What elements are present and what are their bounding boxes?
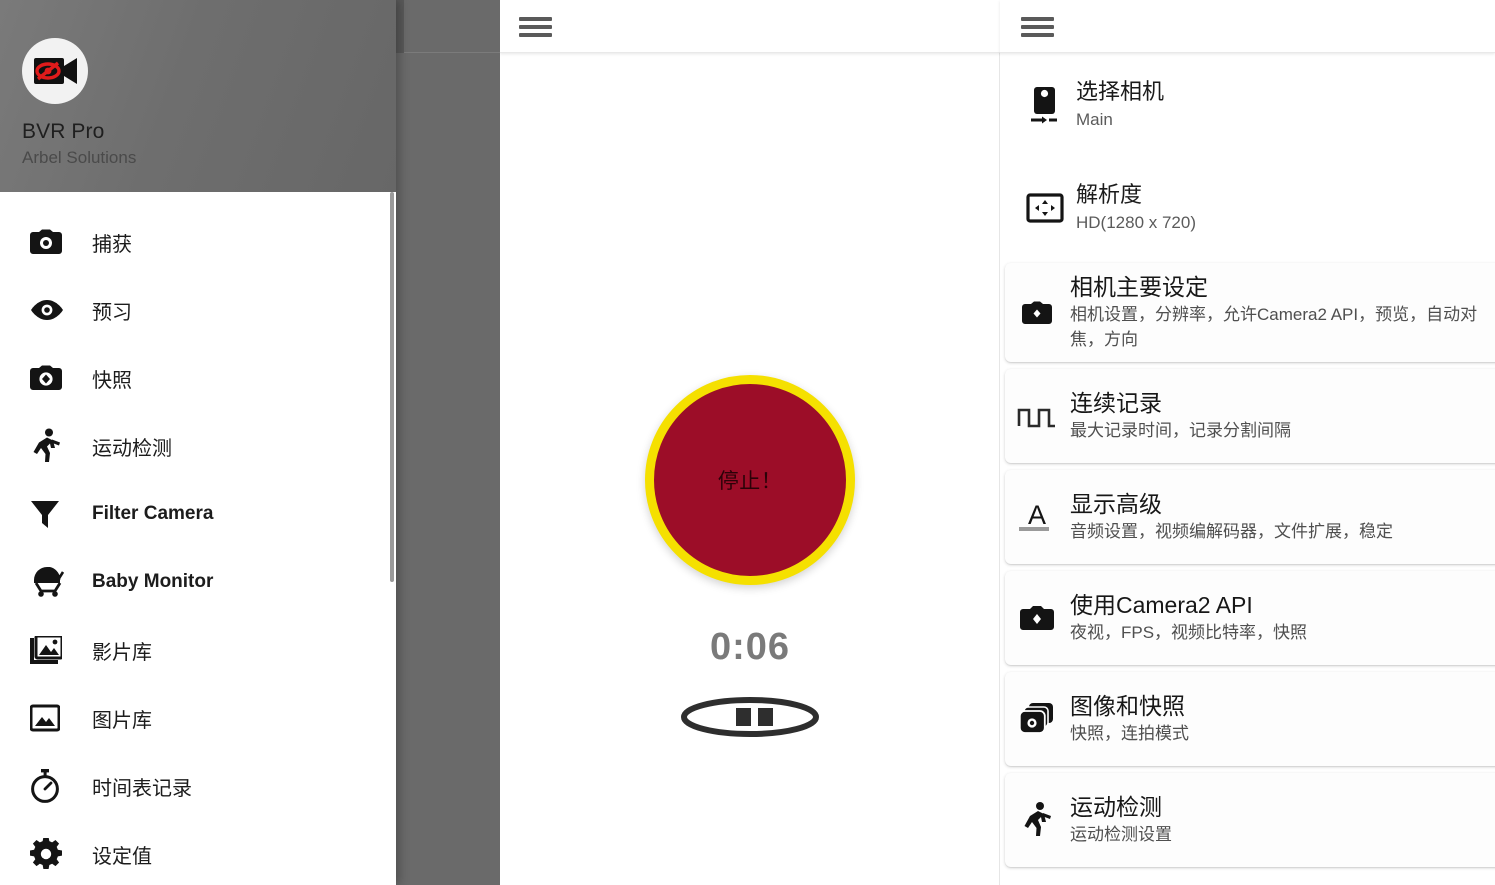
card-title: 显示高级 bbox=[1070, 490, 1162, 517]
camera-icon bbox=[30, 225, 70, 259]
avatar bbox=[22, 38, 88, 104]
sidebar-item-capture[interactable]: 捕获 bbox=[0, 208, 396, 276]
stroller-icon bbox=[30, 565, 70, 599]
recorder-area: 停止！ 0:06 bbox=[500, 53, 1000, 885]
sidebar-item-settings[interactable]: 设定值 bbox=[0, 820, 396, 885]
pause-record-button[interactable] bbox=[680, 697, 820, 737]
setting-row-select-camera[interactable]: 选择相机 Main bbox=[1000, 53, 1495, 156]
navigation-drawer: BVR Pro Arbel Solutions 捕获 预习 快照 运动检测 Fi… bbox=[0, 0, 396, 885]
settings-panel[interactable]: 选择相机 Main 解析度 HD(1280 x 720) 相机主要设定 相机设置… bbox=[1000, 53, 1495, 885]
sidebar-item-label: 影片库 bbox=[92, 641, 152, 664]
sidebar-item-label: 运动检测 bbox=[92, 437, 172, 460]
sidebar-item-label: Filter Camera bbox=[92, 503, 214, 524]
running-person-icon bbox=[30, 428, 70, 463]
sidebar-item-snapshot[interactable]: 快照 bbox=[0, 344, 396, 412]
burst-photos-icon bbox=[1010, 702, 1064, 736]
snapshot-camera-icon bbox=[30, 361, 70, 395]
right-topbar bbox=[1000, 0, 1495, 53]
resolution-arrows-icon bbox=[1018, 192, 1072, 224]
setting-value: HD(1280 x 720) bbox=[1076, 212, 1197, 232]
stop-button-label: 停止！ bbox=[717, 470, 783, 493]
card-title: 连续记录 bbox=[1070, 389, 1162, 416]
center-topbar bbox=[500, 0, 1000, 53]
svg-text:A: A bbox=[1028, 500, 1046, 530]
sidebar-item-photo-library[interactable]: 图片库 bbox=[0, 684, 396, 752]
drawer-scrim-overlay[interactable] bbox=[396, 0, 500, 885]
settings-card-display-advanced[interactable]: A 显示高级 音频设置，视频编解码器，文件扩展，稳定 bbox=[1005, 470, 1495, 565]
sidebar-item-label: 快照 bbox=[92, 369, 132, 392]
app-root: 停止！ 0:06 选择相机 Main 解析度 HD(1280 x 720) 相机… bbox=[0, 0, 1495, 885]
funnel-filter-icon bbox=[30, 497, 70, 531]
setting-row-resolution[interactable]: 解析度 HD(1280 x 720) bbox=[1000, 156, 1495, 259]
card-title: 图像和快照 bbox=[1070, 692, 1185, 719]
sidebar-item-label: 预习 bbox=[92, 301, 132, 324]
drawer-header: BVR Pro Arbel Solutions bbox=[0, 0, 396, 192]
sidebar-item-label: 时间表记录 bbox=[92, 777, 192, 800]
camera-settings-icon bbox=[1010, 301, 1064, 325]
sidebar-item-label: Baby Monitor bbox=[92, 571, 214, 592]
settings-card-camera2-api[interactable]: 使用Camera2 API 夜视，FPS，视频比特率，快照 bbox=[1005, 571, 1495, 666]
recording-timer: 0:06 bbox=[709, 626, 791, 668]
card-subtitle: 运动检测设置 bbox=[1070, 825, 1172, 845]
card-subtitle: 夜视，FPS，视频比特率，快照 bbox=[1070, 623, 1308, 643]
setting-title: 解析度 bbox=[1076, 182, 1143, 208]
hamburger-menu-icon[interactable] bbox=[519, 14, 553, 40]
sidebar-item-motion-detection[interactable]: 运动检测 bbox=[0, 412, 396, 480]
drawer-scrim-notch bbox=[396, 0, 404, 53]
camera-api-icon bbox=[1010, 605, 1064, 631]
square-wave-icon bbox=[1010, 402, 1064, 430]
settings-card-camera-main[interactable]: 相机主要设定 相机设置，分辨率，允许Camera2 API，预览，自动对焦，方向 bbox=[1005, 263, 1495, 363]
eye-icon bbox=[30, 293, 70, 327]
drawer-scrollbar[interactable] bbox=[390, 192, 394, 582]
letter-a-underline-icon: A bbox=[1010, 498, 1064, 536]
sidebar-item-label: 图片库 bbox=[92, 709, 152, 732]
running-person-icon bbox=[1010, 801, 1064, 839]
sidebar-item-video-library[interactable]: 影片库 bbox=[0, 616, 396, 684]
settings-card-images-snapshots[interactable]: 图像和快照 快照，连拍模式 bbox=[1005, 672, 1495, 767]
app-developer: Arbel Solutions bbox=[22, 148, 137, 167]
setting-value: Main bbox=[1076, 109, 1113, 129]
card-subtitle: 相机设置，分辨率，允许Camera2 API，预览，自动对焦，方向 bbox=[1070, 305, 1478, 349]
sidebar-item-schedule-record[interactable]: 时间表记录 bbox=[0, 752, 396, 820]
stop-record-button[interactable]: 停止！ bbox=[645, 375, 855, 585]
card-title: 运动检测 bbox=[1070, 793, 1162, 820]
sidebar-item-label: 设定值 bbox=[92, 845, 152, 868]
photo-library-icon bbox=[30, 701, 70, 735]
settings-card-continuous-record[interactable]: 连续记录 最大记录时间，记录分割间隔 bbox=[1005, 369, 1495, 464]
card-subtitle: 最大记录时间，记录分割间隔 bbox=[1070, 421, 1291, 441]
card-subtitle: 音频设置，视频编解码器，文件扩展，稳定 bbox=[1070, 522, 1393, 542]
pause-pill-icon bbox=[681, 697, 819, 737]
settings-card-motion-detection[interactable]: 运动检测 运动检测设置 bbox=[1005, 773, 1495, 868]
card-title: 使用Camera2 API bbox=[1070, 591, 1253, 618]
sidebar-item-filter-camera[interactable]: Filter Camera bbox=[0, 480, 396, 548]
sidebar-item-label: 捕获 bbox=[92, 233, 132, 256]
stopwatch-icon bbox=[30, 769, 70, 803]
gear-icon bbox=[30, 837, 70, 871]
app-name: BVR Pro bbox=[22, 120, 105, 143]
video-camera-hidden-eye-icon bbox=[34, 58, 77, 84]
phone-camera-select-icon bbox=[1018, 85, 1072, 125]
hamburger-menu-icon[interactable] bbox=[1021, 14, 1055, 40]
drawer-nav-list: 捕获 预习 快照 运动检测 Filter Camera Baby Monitor… bbox=[0, 192, 396, 885]
card-subtitle: 快照，连拍模式 bbox=[1070, 724, 1189, 744]
settings-cards: 相机主要设定 相机设置，分辨率，允许Camera2 API，预览，自动对焦，方向… bbox=[1000, 259, 1495, 868]
setting-title: 选择相机 bbox=[1076, 79, 1165, 105]
sidebar-item-baby-monitor[interactable]: Baby Monitor bbox=[0, 548, 396, 616]
sidebar-item-preview[interactable]: 预习 bbox=[0, 276, 396, 344]
video-library-icon bbox=[30, 633, 70, 667]
drawer-scrim-divider bbox=[404, 52, 500, 53]
card-title: 相机主要设定 bbox=[1070, 274, 1208, 300]
